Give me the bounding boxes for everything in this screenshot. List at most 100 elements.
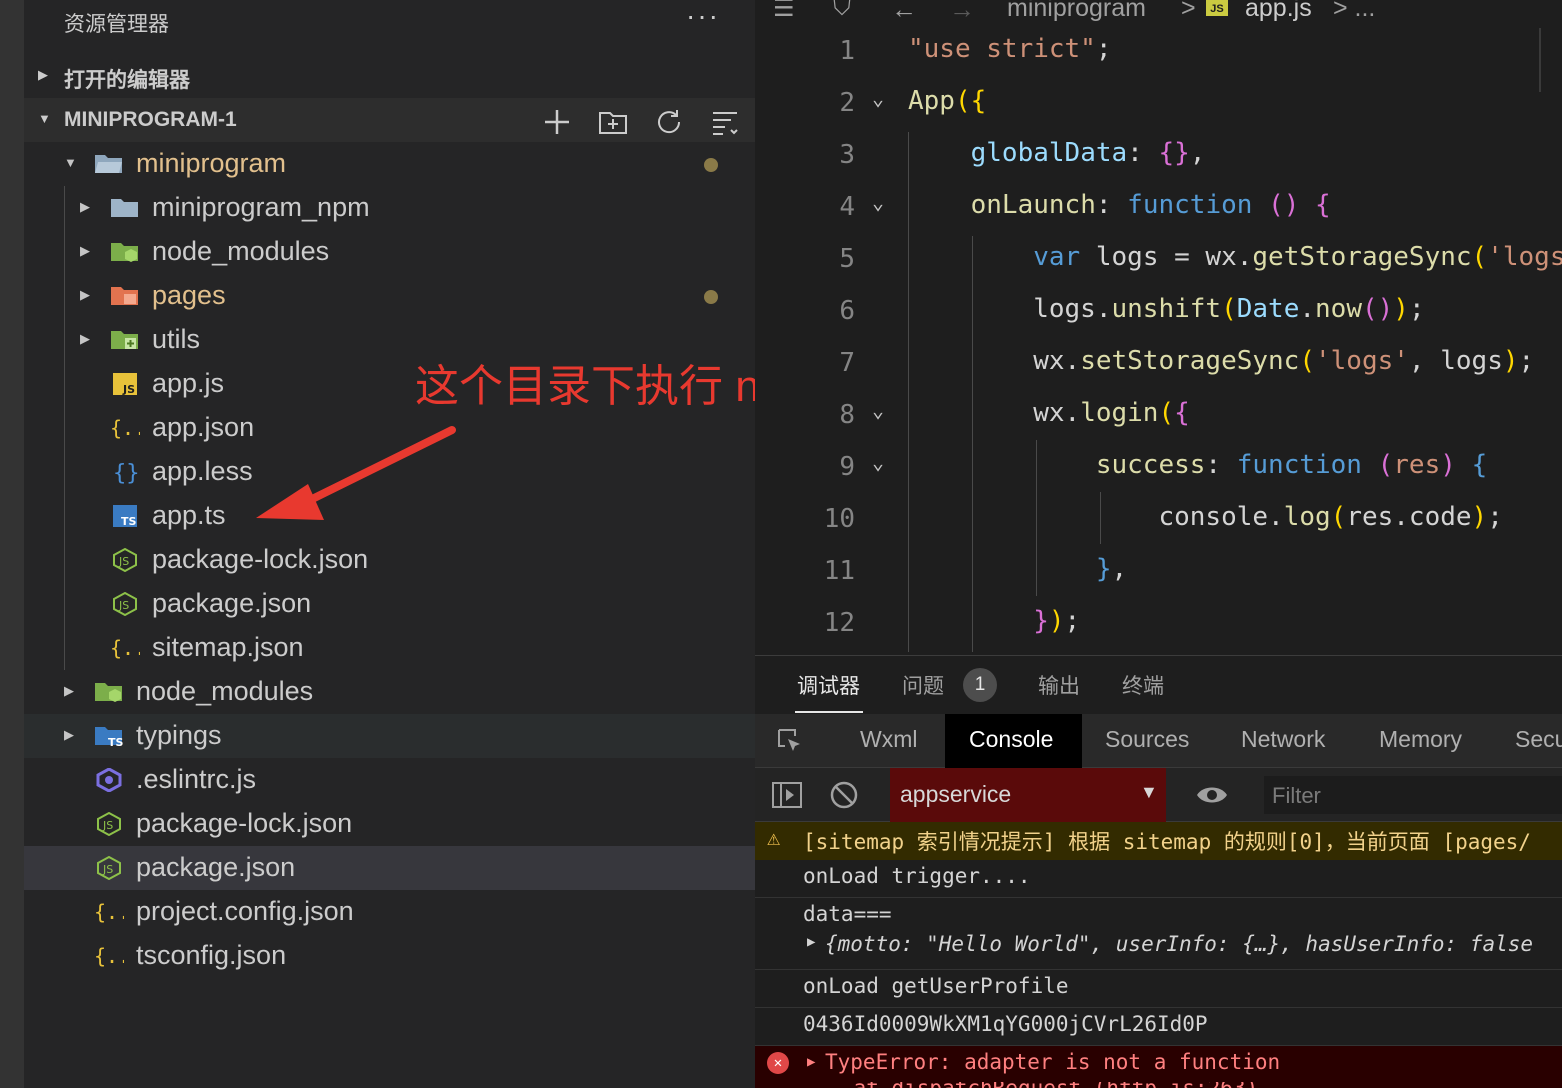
- folder-row[interactable]: ▶ node_modules: [24, 670, 755, 714]
- code-line[interactable]: 3 globalData: {},: [755, 130, 1562, 182]
- clear-console-icon[interactable]: [829, 780, 859, 810]
- forward-icon[interactable]: →: [949, 0, 975, 25]
- chevron-right-icon[interactable]: ▶: [64, 727, 74, 743]
- tab-terminal[interactable]: 终端: [1122, 670, 1164, 700]
- inspect-icon[interactable]: [775, 726, 805, 756]
- code-text: App({: [908, 86, 987, 116]
- fold-chevron-icon[interactable]: ⌄: [872, 86, 884, 110]
- chevron-right-icon[interactable]: ▶: [64, 683, 74, 699]
- file-name: app.ts: [152, 500, 226, 530]
- tab-problems[interactable]: 问题: [902, 670, 944, 700]
- console-message[interactable]: 0436Id0009WkXM1qYG000jCVrL26Id0P: [755, 1008, 1562, 1046]
- svg-text:{..}: {..}: [110, 636, 140, 660]
- code-line[interactable]: 12 });: [755, 598, 1562, 650]
- file-name: pages: [152, 280, 226, 310]
- line-number: 3: [839, 140, 855, 170]
- tab-security[interactable]: Secu: [1515, 726, 1562, 753]
- filter-input[interactable]: Filter: [1264, 776, 1562, 814]
- code-line[interactable]: 2 ⌄ App({: [755, 78, 1562, 130]
- console-message[interactable]: at dispatchRequest (http.js:263): [755, 1082, 1562, 1088]
- console-message[interactable]: ▶ {motto: "Hello World", userInfo: {…}, h…: [755, 928, 1562, 970]
- file-name: utils: [152, 324, 201, 354]
- fold-chevron-icon[interactable]: ⌄: [872, 398, 884, 422]
- console-message-text: TypeError: adapter is not a function: [825, 1050, 1281, 1074]
- breadcrumb-folder[interactable]: miniprogram: [1007, 0, 1146, 23]
- context-select[interactable]: appservice ▼: [890, 768, 1166, 822]
- chevron-down-icon[interactable]: ▼: [64, 155, 77, 170]
- new-file-icon[interactable]: [541, 106, 573, 138]
- code-line[interactable]: 9 ⌄ success: function (res) {: [755, 442, 1562, 494]
- folder-row[interactable]: ▶ TS typings: [24, 714, 755, 758]
- tab-wxml[interactable]: Wxml: [860, 726, 917, 753]
- code-line[interactable]: 6 logs.unshift(Date.now());: [755, 286, 1562, 338]
- code-line[interactable]: 11 },: [755, 546, 1562, 598]
- console-message[interactable]: onLoad trigger....: [755, 860, 1562, 898]
- refresh-icon[interactable]: [653, 106, 685, 138]
- sidebar-toggle-icon[interactable]: [771, 780, 803, 810]
- folder-row[interactable]: ▶ miniprogram_npm: [24, 186, 755, 230]
- chevron-right-icon[interactable]: ▶: [80, 331, 90, 347]
- file-name: app.js: [152, 368, 225, 398]
- file-row[interactable]: JS package-lock.json: [24, 538, 755, 582]
- file-row[interactable]: JS package.json: [24, 846, 755, 890]
- code-line[interactable]: 4 ⌄ onLaunch: function () {: [755, 182, 1562, 234]
- context-select-value: appservice: [900, 781, 1012, 807]
- collapse-all-icon[interactable]: [709, 106, 741, 138]
- file-name: typings: [136, 720, 222, 750]
- json-file-icon: {..}: [110, 416, 158, 440]
- utils-folder-icon: [110, 328, 140, 352]
- code-line[interactable]: 7 wx.setStorageSync('logs', logs);: [755, 338, 1562, 390]
- chevron-right-icon[interactable]: ▶: [80, 243, 90, 259]
- console-message[interactable]: ⚠ [sitemap 索引情况提示] 根据 sitemap 的规则[0]，当前页面…: [755, 822, 1562, 860]
- devtools-tabbar: Wxml Console Sources Network Memory Secu: [755, 714, 1562, 768]
- code-line[interactable]: 8 ⌄ wx.login({: [755, 390, 1562, 442]
- tab-network[interactable]: Network: [1241, 726, 1325, 753]
- file-row[interactable]: JS package-lock.json: [24, 802, 755, 846]
- tab-output[interactable]: 输出: [1038, 670, 1080, 700]
- project-section[interactable]: ▼ MINIPROGRAM-1: [24, 98, 755, 142]
- file-row[interactable]: JS package.json: [24, 582, 755, 626]
- fold-chevron-icon[interactable]: ⌄: [872, 190, 884, 214]
- back-icon[interactable]: ←: [891, 0, 917, 25]
- line-number: 7: [839, 348, 855, 378]
- open-editors-section[interactable]: ▶ 打开的编辑器: [24, 54, 755, 98]
- tab-sources[interactable]: Sources: [1105, 726, 1189, 753]
- code-line[interactable]: 5 var logs = wx.getStorageSync('logs') |…: [755, 234, 1562, 286]
- code-line[interactable]: 1 "use strict";: [755, 26, 1562, 78]
- folder-row[interactable]: ▶ pages: [24, 274, 755, 318]
- svg-text:{}: {}: [113, 461, 140, 484]
- file-row[interactable]: .eslintrc.js: [24, 758, 755, 802]
- console-message-text: data===: [803, 902, 892, 926]
- console-message-text: [sitemap 索引情况提示] 根据 sitemap 的规则[0]，当前页面 …: [803, 830, 1531, 854]
- console-message[interactable]: ✕ ▶ TypeError: adapter is not a function: [755, 1046, 1562, 1082]
- code-editor[interactable]: ☰ ⛉ ← → miniprogram > JS app.js > ... 1 "…: [755, 0, 1562, 655]
- folder-row[interactable]: ▶ node_modules: [24, 230, 755, 274]
- eye-icon[interactable]: [1195, 782, 1229, 808]
- tab-memory[interactable]: Memory: [1379, 726, 1462, 753]
- code-text: console.log(res.code);: [908, 502, 1503, 532]
- folder-row[interactable]: ▼ miniprogram: [24, 142, 755, 186]
- file-row[interactable]: {..} sitemap.json: [24, 626, 755, 670]
- expand-arrow-icon[interactable]: ▶: [807, 1054, 815, 1070]
- file-name: package-lock.json: [152, 544, 369, 574]
- console-message[interactable]: onLoad getUserProfile: [755, 970, 1562, 1008]
- console-message[interactable]: data===: [755, 898, 1562, 928]
- tab-debugger[interactable]: 调试器: [797, 670, 860, 700]
- explorer-title: 资源管理器: [64, 13, 169, 36]
- indent-guide: [1100, 492, 1101, 544]
- chevron-right-icon[interactable]: ▶: [80, 287, 90, 303]
- chevron-down-icon: ▼: [38, 111, 51, 126]
- fold-chevron-icon[interactable]: ⌄: [872, 450, 884, 474]
- file-row[interactable]: {..} tsconfig.json: [24, 934, 755, 978]
- bookmark-icon[interactable]: ⛉: [833, 0, 851, 22]
- list-icon[interactable]: ☰: [773, 0, 795, 23]
- code-line[interactable]: 10 console.log(res.code);: [755, 494, 1562, 546]
- new-folder-icon[interactable]: [597, 106, 629, 138]
- more-icon[interactable]: ···: [686, 0, 720, 32]
- expand-arrow-icon[interactable]: ▶: [807, 934, 815, 950]
- file-name: package.json: [136, 852, 296, 882]
- file-row[interactable]: {..} project.config.json: [24, 890, 755, 934]
- breadcrumb-file[interactable]: app.js: [1245, 0, 1312, 23]
- tab-console[interactable]: Console: [969, 726, 1053, 753]
- chevron-right-icon[interactable]: ▶: [80, 199, 90, 215]
